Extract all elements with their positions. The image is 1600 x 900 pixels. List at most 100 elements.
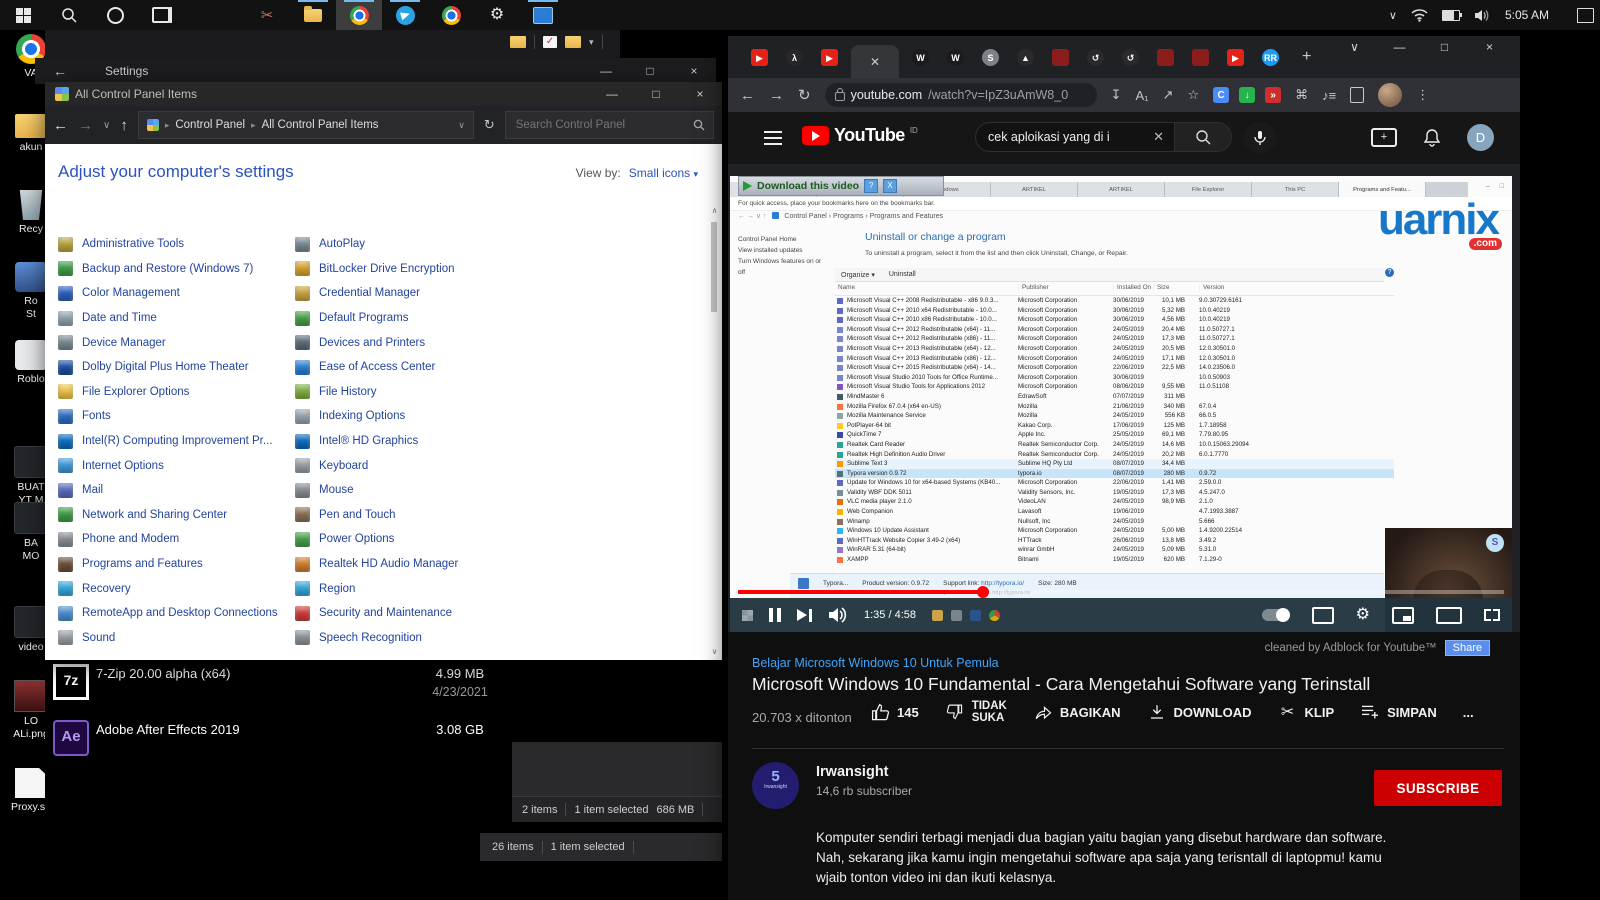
folder-icon[interactable] bbox=[565, 36, 581, 48]
pinned-tab[interactable]: ▶ bbox=[751, 49, 768, 66]
progress-thumb[interactable] bbox=[977, 586, 989, 598]
taskbar-telegram[interactable] bbox=[382, 0, 428, 30]
control-panel-item[interactable]: Recovery bbox=[58, 576, 292, 601]
start-button[interactable] bbox=[0, 0, 46, 30]
breadcrumb-control-panel[interactable]: Control Panel bbox=[175, 119, 245, 131]
control-panel-item[interactable]: Indexing Options bbox=[295, 404, 529, 429]
task-view-button[interactable] bbox=[138, 0, 184, 30]
new-tab-button[interactable]: + bbox=[1302, 48, 1311, 66]
install-icon[interactable]: ↧ bbox=[1111, 87, 1122, 103]
pinned-tab[interactable] bbox=[1192, 49, 1209, 66]
extensions-puzzle-icon[interactable]: ⌘ bbox=[1295, 87, 1308, 103]
control-panel-item[interactable]: AutoPlay bbox=[295, 232, 529, 257]
minimize-icon[interactable]: — bbox=[1377, 40, 1422, 54]
control-panel-item[interactable]: Default Programs bbox=[295, 306, 529, 331]
taskbar-file-explorer[interactable] bbox=[290, 0, 336, 30]
taskbar-search-button[interactable] bbox=[46, 0, 92, 30]
control-panel-search[interactable] bbox=[505, 111, 714, 139]
ad-close-button[interactable]: X bbox=[883, 179, 897, 193]
minimize-icon[interactable]: — bbox=[584, 64, 628, 78]
pinned-tab[interactable] bbox=[1157, 49, 1174, 66]
close-tab-icon[interactable]: ✕ bbox=[870, 55, 880, 69]
control-panel-item[interactable]: Intel® HD Graphics bbox=[295, 429, 529, 454]
next-button[interactable] bbox=[797, 609, 812, 622]
search-input[interactable] bbox=[986, 129, 1149, 145]
control-panel-item[interactable]: Backup and Restore (Windows 7) bbox=[58, 257, 292, 282]
taskbar-chrome[interactable] bbox=[428, 0, 474, 30]
control-panel-item[interactable]: Phone and Modem bbox=[58, 527, 292, 552]
create-video-icon[interactable]: + bbox=[1371, 128, 1397, 147]
subtitles-button[interactable] bbox=[1312, 607, 1334, 624]
back-arrow-icon[interactable]: ← bbox=[53, 63, 67, 79]
progress-bar[interactable] bbox=[738, 590, 1504, 594]
back-arrow-icon[interactable]: ← bbox=[740, 87, 755, 104]
pinned-tab[interactable] bbox=[1052, 49, 1069, 66]
forward-arrow-icon[interactable]: → bbox=[769, 87, 784, 104]
taskbar-chrome-active[interactable] bbox=[336, 0, 382, 30]
control-panel-item[interactable]: File Explorer Options bbox=[58, 380, 292, 405]
account-avatar[interactable]: D bbox=[1467, 124, 1494, 151]
control-panel-item[interactable]: Device Manager bbox=[58, 330, 292, 355]
reload-icon[interactable]: ↻ bbox=[798, 86, 811, 104]
control-panel-item[interactable]: Fonts bbox=[58, 404, 292, 429]
close-icon[interactable]: × bbox=[1467, 40, 1512, 54]
control-panel-item[interactable]: Speech Recognition bbox=[295, 626, 529, 651]
control-panel-item[interactable]: Realtek HD Audio Manager bbox=[295, 552, 529, 577]
video-player[interactable]: KAMPUS THESIS Windows ARTIKEL ARTIKEL Fi… bbox=[730, 176, 1512, 632]
chevron-down-icon[interactable]: ▾ bbox=[589, 37, 594, 48]
miniplayer-button[interactable] bbox=[1392, 607, 1414, 624]
pause-button[interactable] bbox=[769, 608, 781, 622]
refresh-icon[interactable]: ↻ bbox=[484, 117, 495, 133]
forward-arrow-icon[interactable]: → bbox=[78, 117, 93, 134]
control-panel-item[interactable]: Color Management bbox=[58, 281, 292, 306]
wifi-icon[interactable] bbox=[1411, 9, 1428, 22]
control-panel-item[interactable]: Credential Manager bbox=[295, 281, 529, 306]
control-panel-item[interactable]: Network and Sharing Center bbox=[58, 503, 292, 528]
volume-icon[interactable] bbox=[1474, 9, 1491, 22]
pinned-tab[interactable]: S bbox=[982, 49, 999, 66]
control-panel-item[interactable]: Sound bbox=[58, 626, 292, 651]
breadcrumb[interactable]: ▸ Control Panel ▸ All Control Panel Item… bbox=[138, 111, 474, 139]
playlist-link[interactable]: Belajar Microsoft Windows 10 Untuk Pemul… bbox=[752, 656, 999, 670]
search-input[interactable] bbox=[514, 118, 693, 132]
like-button[interactable]: 145 bbox=[870, 702, 919, 722]
action-center-icon[interactable] bbox=[1577, 8, 1594, 23]
control-panel-item[interactable]: Intel(R) Computing Improvement Pr... bbox=[58, 429, 292, 454]
control-panel-item[interactable]: Power Options bbox=[295, 527, 529, 552]
extension-icon[interactable]: » bbox=[1265, 87, 1281, 103]
pinned-tab[interactable]: ↺ bbox=[1087, 49, 1104, 66]
pinned-tab[interactable]: RR bbox=[1262, 49, 1279, 66]
bookmark-star-icon[interactable]: ☆ bbox=[1187, 87, 1199, 103]
history-chevron-icon[interactable]: ∨ bbox=[103, 120, 110, 131]
control-panel-item[interactable]: Dolby Digital Plus Home Theater bbox=[58, 355, 292, 380]
battery-icon[interactable] bbox=[1442, 10, 1460, 21]
pinned-tab[interactable]: ▶ bbox=[1227, 49, 1244, 66]
taskbar-settings[interactable]: ⚙ bbox=[474, 0, 520, 30]
autoplay-toggle[interactable] bbox=[1262, 609, 1290, 621]
voice-search-button[interactable] bbox=[1244, 122, 1276, 154]
chevron-down-icon[interactable]: ∨ bbox=[458, 120, 465, 131]
pinned-tab[interactable]: λ bbox=[786, 49, 803, 66]
playlist-icon[interactable]: ♪≡ bbox=[1322, 88, 1336, 103]
scrollbar[interactable]: ∧ ∨ bbox=[709, 206, 720, 656]
youtube-logo[interactable]: YouTube ID bbox=[802, 125, 918, 146]
tab-search-chevron-icon[interactable]: ∨ bbox=[1332, 40, 1377, 54]
theater-mode-button[interactable] bbox=[1436, 607, 1462, 624]
clear-search-icon[interactable]: ✕ bbox=[1153, 129, 1164, 145]
control-panel-item[interactable]: Administrative Tools bbox=[58, 232, 292, 257]
fullscreen-button[interactable] bbox=[1484, 609, 1500, 621]
scroll-up-icon[interactable]: ∧ bbox=[709, 206, 720, 215]
control-panel-item[interactable]: Keyboard bbox=[295, 453, 529, 478]
clip-button[interactable]: ✂ KLIP bbox=[1278, 702, 1335, 722]
control-panel-item[interactable]: Date and Time bbox=[58, 306, 292, 331]
scrollbar-thumb[interactable] bbox=[711, 222, 717, 312]
download-button[interactable]: DOWNLOAD bbox=[1147, 702, 1252, 722]
control-panel-titlebar[interactable]: All Control Panel Items — □ × bbox=[45, 82, 722, 106]
control-panel-item[interactable]: RemoteApp and Desktop Connections bbox=[58, 601, 292, 626]
control-panel-item[interactable]: Devices and Printers bbox=[295, 330, 529, 355]
pinned-tab[interactable]: ↺ bbox=[1122, 49, 1139, 66]
clock[interactable]: 5:05 AM bbox=[1505, 8, 1549, 22]
search-button[interactable] bbox=[1175, 122, 1232, 152]
hidden-icons-chevron[interactable]: ∨ bbox=[1389, 9, 1397, 22]
control-panel-item[interactable]: Mouse bbox=[295, 478, 529, 503]
